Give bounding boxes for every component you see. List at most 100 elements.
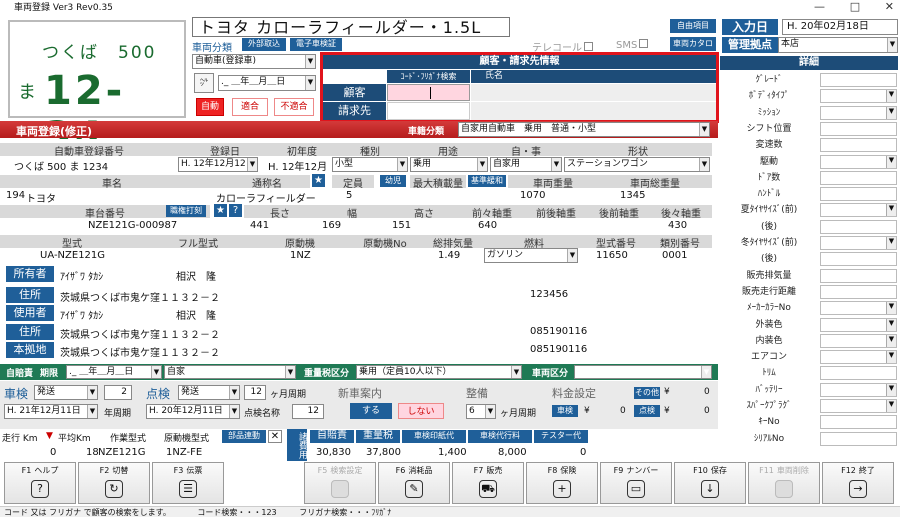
chevron-down-icon[interactable]: ▼ bbox=[46, 431, 53, 441]
detail-field[interactable] bbox=[820, 252, 897, 267]
newcar-do-button[interactable]: する bbox=[350, 403, 392, 419]
regdate-select[interactable]: H. 12年12月12日 ▼ bbox=[178, 157, 258, 172]
fkey-f10[interactable]: F10 保存 ↓ bbox=[674, 462, 746, 504]
vehicle-class-select[interactable]: 自動車(登録車) ▼ bbox=[192, 54, 316, 69]
detail-field[interactable] bbox=[820, 366, 897, 381]
cost-value-2[interactable]: 37,800 bbox=[366, 447, 401, 458]
user-kana[interactable]: ｱｲｻﾞﾜ ﾀｶｼ bbox=[60, 307, 103, 322]
date-select[interactable]: ._ ＿年＿月＿日 ▼ bbox=[218, 75, 316, 91]
avg-km-value[interactable]: 18 bbox=[86, 447, 99, 458]
owner-kana[interactable]: ｱｲｻﾞﾜ ﾀｶｼ bbox=[60, 268, 103, 283]
tenken-fee-button[interactable]: 点検 bbox=[634, 405, 660, 417]
parts-link-button[interactable]: 部品連動 bbox=[222, 430, 266, 443]
engine-model-value[interactable]: 1NZ-FE bbox=[166, 447, 202, 458]
fkey-f12[interactable]: F12 終了 → bbox=[822, 462, 894, 504]
other-fee-value[interactable]: 0 bbox=[704, 387, 710, 397]
close-icon[interactable]: ✕ bbox=[268, 430, 282, 443]
cost-value-5[interactable]: 0 bbox=[580, 447, 586, 458]
fkey-f1[interactable]: F1 ヘルプ? bbox=[4, 462, 76, 504]
vehicle-class-select[interactable]: ▼ bbox=[574, 365, 712, 379]
detail-field[interactable] bbox=[820, 138, 897, 153]
detail-field[interactable] bbox=[820, 219, 897, 234]
tenken-name-value[interactable]: 12 bbox=[292, 404, 324, 419]
seibi-select[interactable]: 6 ▼ bbox=[466, 404, 496, 419]
customer-code-input[interactable] bbox=[387, 84, 470, 101]
detail-field[interactable]: ▼ bbox=[820, 203, 897, 218]
engine-value[interactable]: 1NZ bbox=[290, 250, 311, 261]
class-no-value[interactable]: 0001 bbox=[662, 250, 687, 261]
star-icon[interactable]: ★ bbox=[312, 174, 325, 187]
owner-name[interactable]: 相沢 隆 bbox=[176, 268, 216, 283]
entry-date-value[interactable]: H. 20年02月18日 bbox=[782, 19, 898, 35]
detail-field[interactable]: ▼ bbox=[820, 333, 897, 348]
shaken-select[interactable]: 発送 ▼ bbox=[34, 385, 98, 400]
detail-field[interactable] bbox=[820, 73, 897, 87]
close-icon[interactable]: ✕ bbox=[885, 0, 894, 16]
base-address[interactable]: 茨城県つくば市鬼ケ窪１１３２－２ bbox=[60, 344, 220, 359]
detail-field[interactable] bbox=[820, 170, 897, 185]
rr-value[interactable]: 430 bbox=[668, 220, 687, 231]
detail-field[interactable]: ▼ bbox=[820, 350, 897, 365]
std-relax-button[interactable]: 基準緩和 bbox=[468, 175, 506, 187]
shaken-date[interactable]: H. 21年12月11日 ▼ bbox=[4, 404, 98, 419]
detail-field[interactable]: ▼ bbox=[820, 301, 897, 316]
km-value[interactable]: 0 bbox=[50, 447, 56, 458]
detail-field[interactable]: ▼ bbox=[820, 317, 897, 332]
total-weight-value[interactable]: 1345 bbox=[620, 190, 645, 201]
free-item-button[interactable]: 自由項目 bbox=[670, 19, 716, 33]
self-select[interactable]: 自家 ▼ bbox=[164, 365, 296, 379]
base-select[interactable]: 本店 ▼ bbox=[778, 37, 898, 53]
detail-field[interactable]: ▼ bbox=[820, 154, 897, 169]
ok-button[interactable]: 適合 bbox=[232, 98, 268, 116]
cost-value-3[interactable]: 1,400 bbox=[438, 447, 467, 458]
shaken-fee-value[interactable]: 0 bbox=[620, 406, 626, 416]
minimize-icon[interactable]: — bbox=[814, 0, 825, 16]
jiei-select[interactable]: 自家用 ▼ bbox=[490, 157, 562, 172]
displacement-value[interactable]: 1.49 bbox=[438, 250, 460, 261]
billing-code-input[interactable] bbox=[387, 102, 470, 120]
maker-value[interactable]: トヨタ bbox=[26, 190, 56, 205]
work-model-value[interactable]: NZE121G bbox=[98, 447, 146, 458]
chassis-value[interactable]: NZE121G-000987 bbox=[88, 220, 177, 231]
fkey-f3[interactable]: F3 伝票 ☰ bbox=[152, 462, 224, 504]
sms-checkbox[interactable] bbox=[639, 39, 649, 48]
detail-field[interactable] bbox=[820, 284, 897, 299]
fkey-f7[interactable]: F7 販売 ⛟ bbox=[452, 462, 524, 504]
owner-zip[interactable]: 123456 bbox=[530, 289, 568, 300]
owner-address[interactable]: 茨城県つくば市鬼ケ窪１１３２－２ bbox=[60, 289, 220, 304]
weight-tax-select[interactable]: 乗用（定員10人以下） ▼ bbox=[356, 365, 522, 379]
weight-value[interactable]: 1070 bbox=[520, 190, 545, 201]
detail-field[interactable] bbox=[820, 431, 897, 446]
detail-field[interactable] bbox=[820, 187, 897, 202]
kind-select[interactable]: 小型 ▼ bbox=[332, 157, 408, 172]
user-address[interactable]: 茨城県つくば市鬼ケ窪１１３２－２ bbox=[60, 326, 220, 341]
fuel-select[interactable]: ガソリン ▼ bbox=[484, 248, 578, 263]
detail-field[interactable] bbox=[820, 415, 897, 430]
ff-value[interactable]: 640 bbox=[478, 220, 497, 231]
child-button[interactable]: 幼児 bbox=[380, 175, 406, 187]
maker-code[interactable]: 194 bbox=[6, 190, 25, 201]
telecall-checkbox[interactable] bbox=[584, 42, 593, 51]
user-name[interactable]: 相沢 隆 bbox=[176, 307, 216, 322]
registry-type-select[interactable]: 自家用自動車 乗用 普通・小型 ▼ bbox=[458, 122, 710, 137]
fkey-f6[interactable]: F6 消耗品 ✎ bbox=[378, 462, 450, 504]
detail-field[interactable]: ▼ bbox=[820, 382, 897, 397]
shaken-num[interactable]: 2 bbox=[104, 385, 132, 400]
tenken-num[interactable]: 12 bbox=[244, 385, 266, 400]
detail-field[interactable]: ▼ bbox=[820, 105, 897, 120]
detail-field[interactable]: ▼ bbox=[820, 89, 897, 104]
usage-select[interactable]: 乗用 ▼ bbox=[410, 157, 488, 172]
help-icon[interactable]: ? bbox=[229, 204, 242, 217]
star-icon[interactable]: ★ bbox=[214, 204, 227, 217]
car-name[interactable]: トヨタ カローラフィールダー・1.5L bbox=[192, 17, 510, 37]
tenken-date[interactable]: H. 20年12月11日 ▼ bbox=[146, 404, 240, 419]
period-select[interactable]: ._ ＿年＿月＿日 ▼ bbox=[66, 365, 162, 379]
tenken-fee-value[interactable]: 0 bbox=[704, 406, 710, 416]
user-tel[interactable]: 085190116 bbox=[530, 326, 587, 337]
maximize-icon[interactable]: □ bbox=[850, 0, 860, 16]
width-value[interactable]: 169 bbox=[322, 220, 341, 231]
height-value[interactable]: 151 bbox=[392, 220, 411, 231]
outside-import-button[interactable]: 外部取込 bbox=[242, 38, 286, 51]
newcar-dont-button[interactable]: しない bbox=[398, 403, 444, 419]
fkey-f2[interactable]: F2 切替 ↻ bbox=[78, 462, 150, 504]
